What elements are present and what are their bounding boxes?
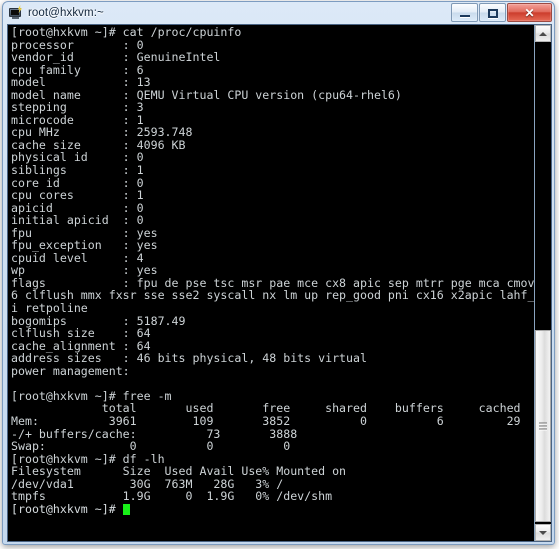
window-bottom-edge <box>3 539 554 544</box>
terminal-line: model : 13 <box>11 75 151 90</box>
scrollbar-track[interactable] <box>535 42 551 524</box>
scroll-up-arrow-icon <box>539 31 547 36</box>
scrollbar-thumb[interactable] <box>535 330 551 522</box>
terminal-output[interactable]: [root@hxkvm ~]# cat /proc/cpuinfo process… <box>8 25 534 541</box>
scroll-up-button[interactable] <box>535 25 551 42</box>
close-icon: ✕ <box>524 5 535 20</box>
terminal-line: cpu cores : 1 <box>11 188 144 203</box>
maximize-icon <box>488 9 498 18</box>
terminal-client-area[interactable]: [root@hxkvm ~]# cat /proc/cpuinfo process… <box>7 24 552 542</box>
close-button[interactable]: ✕ <box>507 3 552 22</box>
active-prompt-text: [root@hxkvm ~]# <box>11 501 123 516</box>
terminal-active-prompt-line: [root@hxkvm ~]# <box>11 503 534 516</box>
terminal-line: [root@hxkvm ~]# cat /proc/cpuinfo <box>11 25 242 39</box>
terminal-line: address sizes : 46 bits physical, 48 bit… <box>11 351 367 366</box>
minimize-button[interactable] <box>451 3 478 22</box>
minimize-icon <box>460 15 470 17</box>
terminal-line: i retpoline <box>11 301 88 316</box>
terminal-line: vendor_id : GenuineIntel <box>11 50 221 65</box>
block-cursor <box>122 503 130 515</box>
terminal-line: fpu_exception : yes <box>11 238 158 253</box>
terminal-scrollbar[interactable] <box>534 25 551 541</box>
putty-terminal-icon <box>8 5 24 21</box>
terminal-line-list: [root@hxkvm ~]# cat /proc/cpuinfo process… <box>11 26 534 503</box>
terminal-line: 6 clflush mmx fxsr sse sse2 syscall nx l… <box>11 288 534 303</box>
terminal-line: Mem: 3961 109 3852 0 6 29 <box>11 413 521 428</box>
scroll-down-arrow-icon <box>539 530 547 535</box>
terminal-line: stepping : 3 <box>11 100 144 115</box>
terminal-line: siblings : 1 <box>11 163 144 178</box>
terminal-line: power management: <box>11 363 130 378</box>
terminal-window[interactable]: root@hxkvm:~ ✕ [root@hxkvm ~]# cat /proc… <box>2 1 555 545</box>
caption-buttons[interactable]: ✕ <box>450 3 552 22</box>
scrollbar-grip-icon <box>539 422 547 430</box>
terminal-line: Swap: 0 0 0 <box>11 439 291 454</box>
terminal-line: Filesystem Size Used Avail Use% Mounted … <box>11 464 347 479</box>
terminal-line: initial apicid : 0 <box>11 213 144 228</box>
maximize-button[interactable] <box>479 3 506 22</box>
terminal-line: clflush size : 64 <box>11 326 151 341</box>
window-title: root@hxkvm:~ <box>28 7 104 19</box>
